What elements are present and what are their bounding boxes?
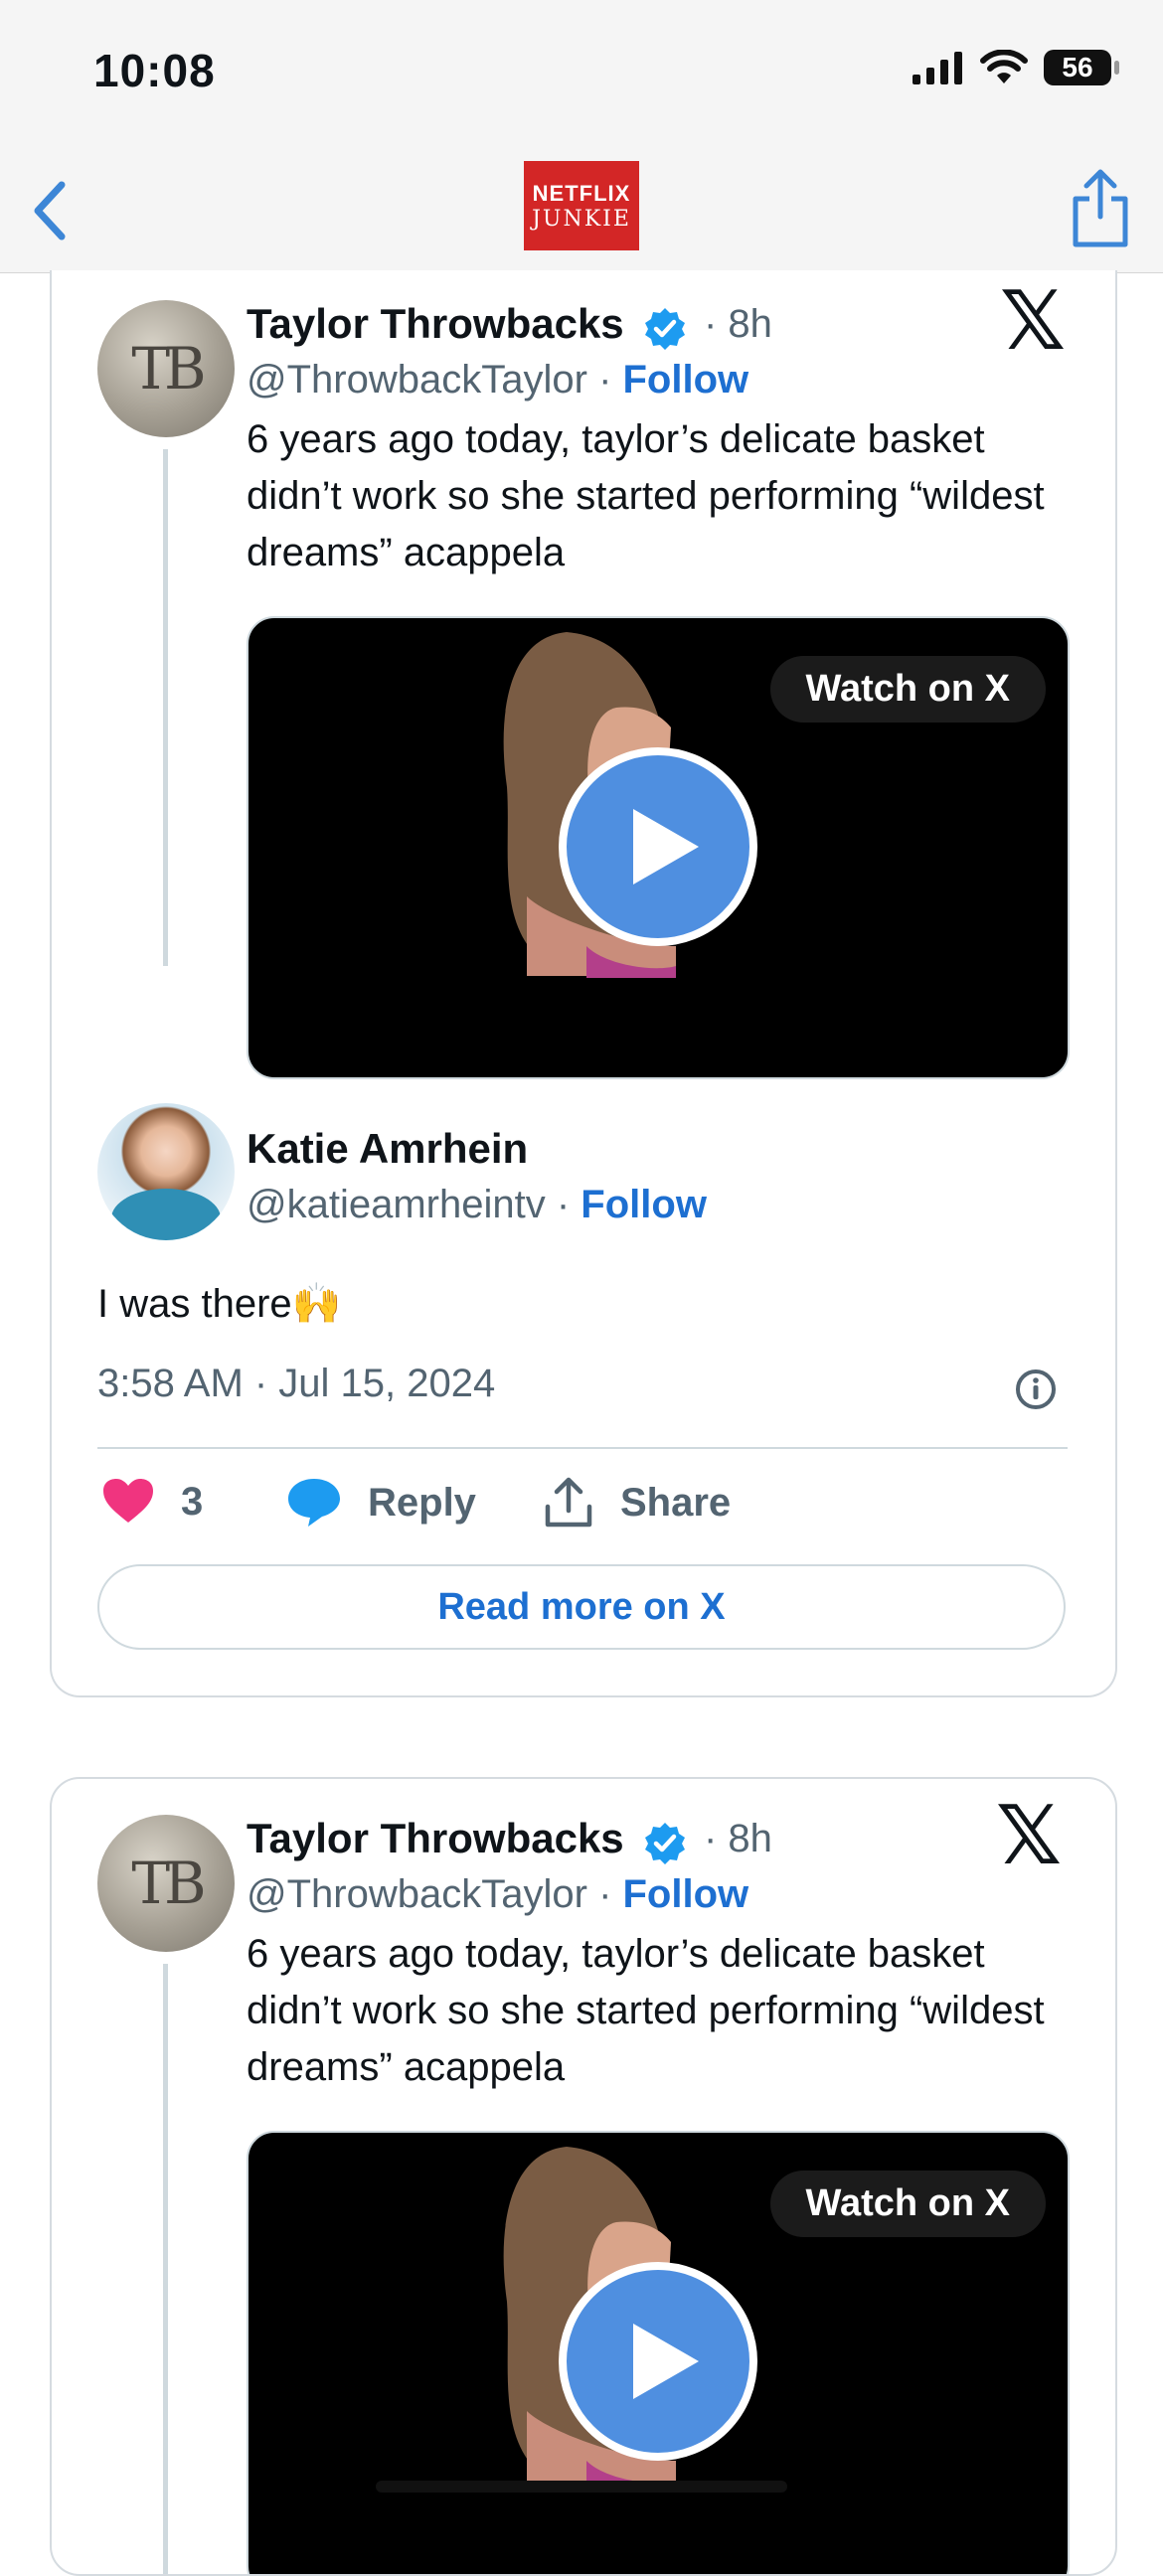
tweet-text: 6 years ago today, taylor’s delicate bas…	[247, 417, 1045, 574]
play-button-icon[interactable]	[559, 2262, 757, 2461]
like-button[interactable]: 3	[101, 1477, 203, 1527]
reply-text: I was there🙌	[97, 1282, 342, 1326]
watch-on-x-button[interactable]: Watch on X	[769, 2171, 1046, 2237]
play-button-icon[interactable]	[559, 747, 757, 946]
reply-handle-row: @katieamrheintv · Follow	[247, 1183, 707, 1227]
tweet-embed-card: TB Taylor Throwbacks · 8h @ThrowbackTayl…	[50, 270, 1117, 1697]
back-button[interactable]	[20, 171, 80, 250]
heart-icon	[103, 1479, 153, 1523]
tweet-text: 6 years ago today, taylor’s delicate bas…	[247, 1932, 1045, 2089]
handle-separator: ·	[598, 358, 623, 402]
x-logo-icon[interactable]: 𝕏	[996, 1789, 1062, 1883]
nav-bar: NETFLIX JUNKIE	[0, 149, 1163, 273]
share-icon	[1073, 169, 1128, 247]
author-handle[interactable]: @ThrowbackTaylor	[247, 1872, 587, 1916]
tweet-time[interactable]: · 8h	[704, 1817, 772, 1861]
cellular-signal-icon	[913, 52, 962, 84]
reply-author-name[interactable]: Katie Amrhein	[247, 1125, 528, 1173]
status-icons: 56	[913, 50, 1119, 85]
info-icon[interactable]	[1014, 1368, 1058, 1411]
follow-link[interactable]: Follow	[623, 1872, 749, 1916]
status-bar: 10:08 56	[0, 0, 1163, 149]
share-up-icon	[545, 1477, 592, 1528]
avatar-monogram: TB	[131, 1850, 206, 1917]
handle-separator: ·	[598, 1872, 623, 1916]
chevron-left-icon	[34, 181, 66, 241]
avatar-monogram: TB	[131, 335, 206, 402]
handle-separator: ·	[556, 1183, 582, 1226]
x-logo-icon[interactable]: 𝕏	[1000, 274, 1066, 369]
share-tweet-button[interactable]: Share	[543, 1477, 731, 1529]
author-name[interactable]: Taylor Throwbacks	[247, 1815, 624, 1862]
watch-on-x-button[interactable]: Watch on X	[769, 656, 1046, 723]
thread-line	[163, 449, 168, 966]
like-count: 3	[181, 1479, 204, 1524]
tweet-embed-card: TB Taylor Throwbacks · 8h @ThrowbackTayl…	[50, 1777, 1117, 2576]
wifi-icon	[980, 50, 1028, 83]
video-thumbnail[interactable]: Watch on X	[247, 616, 1070, 1079]
verified-badge-icon	[645, 1823, 685, 1864]
video-thumbnail[interactable]: Watch on X	[247, 2131, 1070, 2574]
reply-author-handle[interactable]: @katieamrheintv	[247, 1183, 546, 1226]
follow-link[interactable]: Follow	[623, 358, 749, 402]
tweet-time[interactable]: · 8h	[704, 302, 772, 347]
reply-button[interactable]: Reply	[286, 1477, 476, 1529]
reply-timestamp[interactable]: 3:58 AM · Jul 15, 2024	[97, 1362, 495, 1406]
logo-line1: NETFLIX	[532, 180, 631, 206]
divider	[97, 1447, 1068, 1449]
speech-bubble-icon	[288, 1479, 340, 1527]
reply-author-avatar[interactable]	[97, 1103, 235, 1240]
thread-line	[163, 1964, 168, 2574]
read-more-button[interactable]: Read more on X	[97, 1564, 1066, 1650]
verified-badge-icon	[645, 308, 685, 350]
share-label: Share	[620, 1480, 732, 1525]
home-indicator[interactable]	[376, 2481, 787, 2493]
author-handle[interactable]: @ThrowbackTaylor	[247, 358, 587, 402]
netflix-junkie-logo[interactable]: NETFLIX JUNKIE	[524, 161, 639, 250]
author-handle-row: @ThrowbackTaylor · Follow	[247, 358, 748, 402]
author-avatar[interactable]: TB	[97, 1815, 235, 1952]
reply-follow-link[interactable]: Follow	[581, 1183, 707, 1226]
reply-label: Reply	[368, 1480, 476, 1525]
author-name[interactable]: Taylor Throwbacks	[247, 300, 624, 348]
status-time: 10:08	[93, 45, 216, 96]
logo-line2: JUNKIE	[532, 206, 631, 232]
author-avatar[interactable]: TB	[97, 300, 235, 437]
author-handle-row: @ThrowbackTaylor · Follow	[247, 1872, 748, 1917]
battery-icon: 56	[1044, 50, 1119, 85]
share-page-button[interactable]	[1066, 165, 1135, 252]
